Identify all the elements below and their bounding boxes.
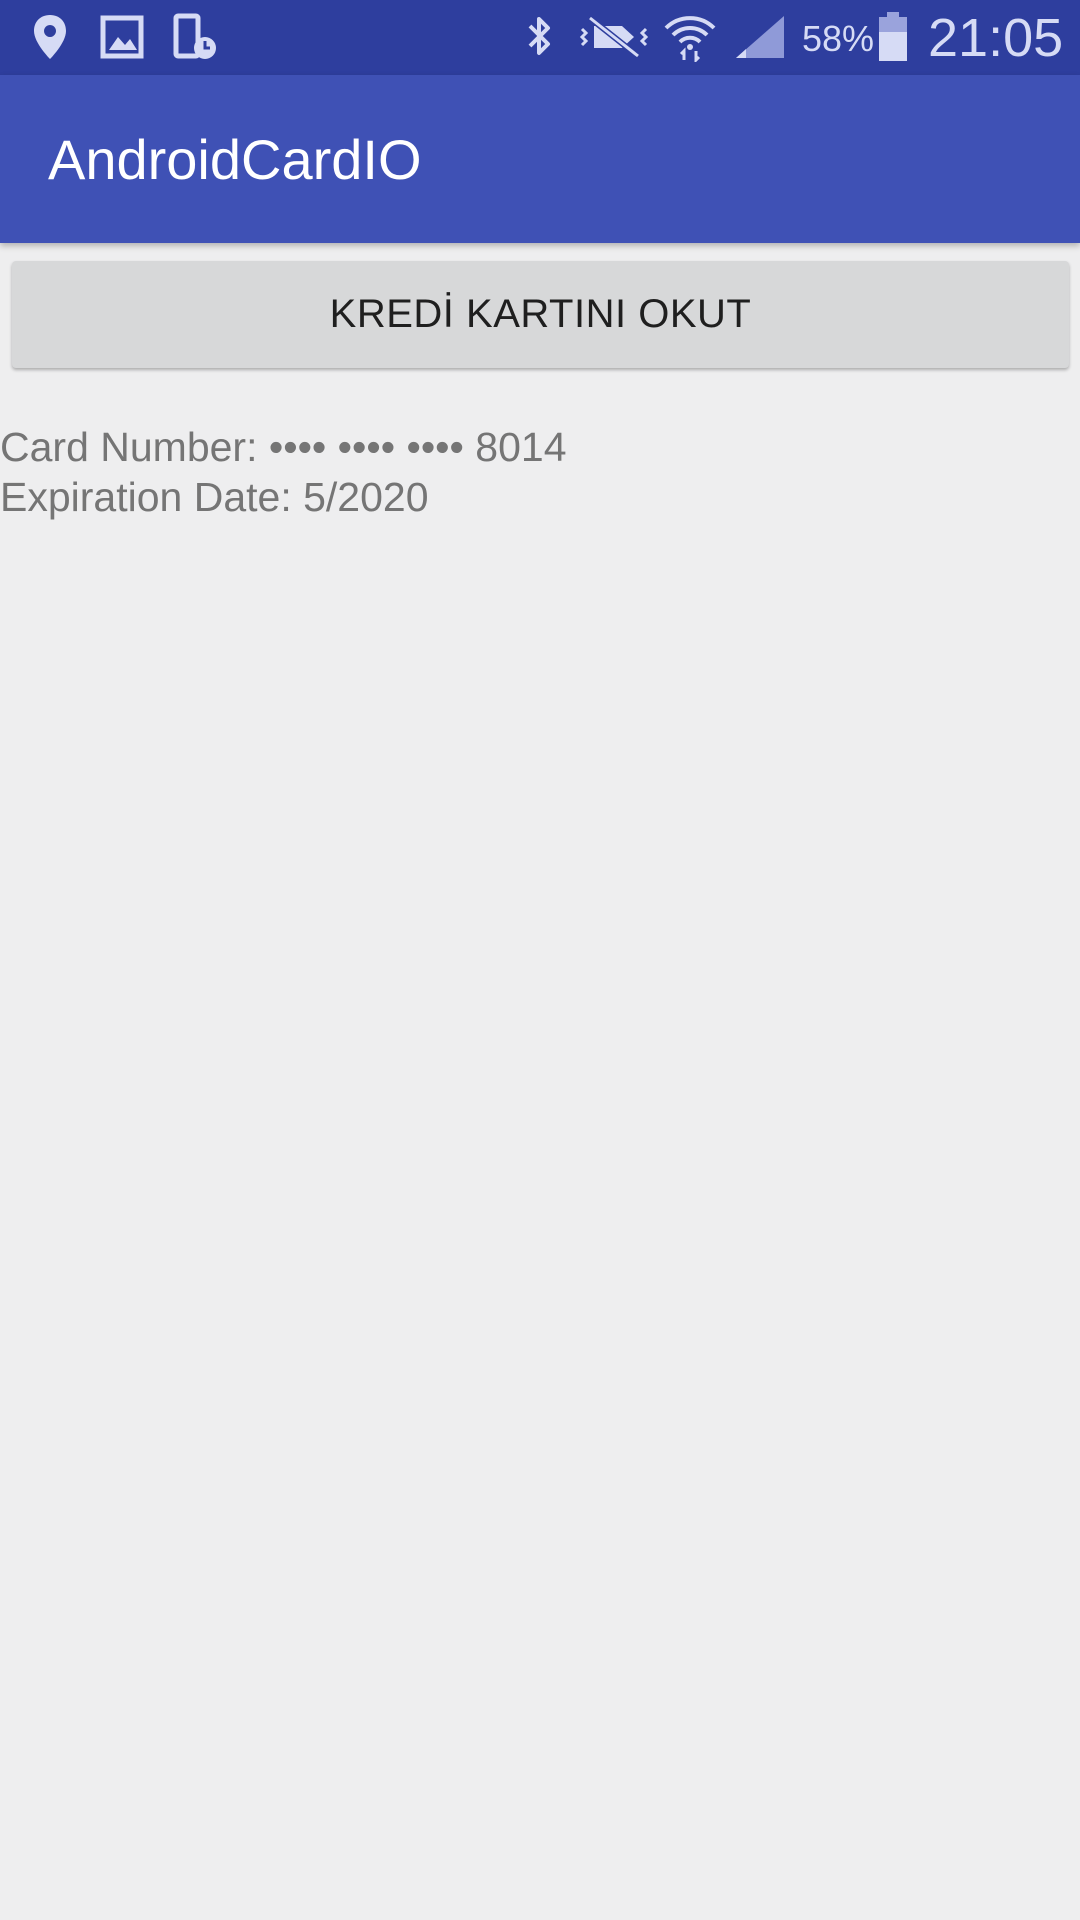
expiration-date-text: Expiration Date: 5/2020 [0,474,429,520]
wifi-icon [664,16,716,62]
image-icon [100,15,144,59]
device-schedule-icon [173,13,216,59]
scan-card-button[interactable]: KREDİ KARTINI OKUT [12,261,1069,368]
app-bar: AndroidCardIO [0,75,1080,243]
status-bar: 58% 21:05 [0,0,1080,75]
card-number-text: Card Number: •••• •••• •••• 8014 [0,424,567,470]
status-time: 21:05 [928,8,1064,68]
bluetooth-icon [528,17,550,55]
battery-icon [879,12,907,61]
battery-percent: 58% [802,18,875,59]
app-title: AndroidCardIO [48,128,422,191]
location-pin-icon [34,15,66,59]
vibrate-mute-icon [579,15,649,59]
signal-icon [736,16,784,58]
